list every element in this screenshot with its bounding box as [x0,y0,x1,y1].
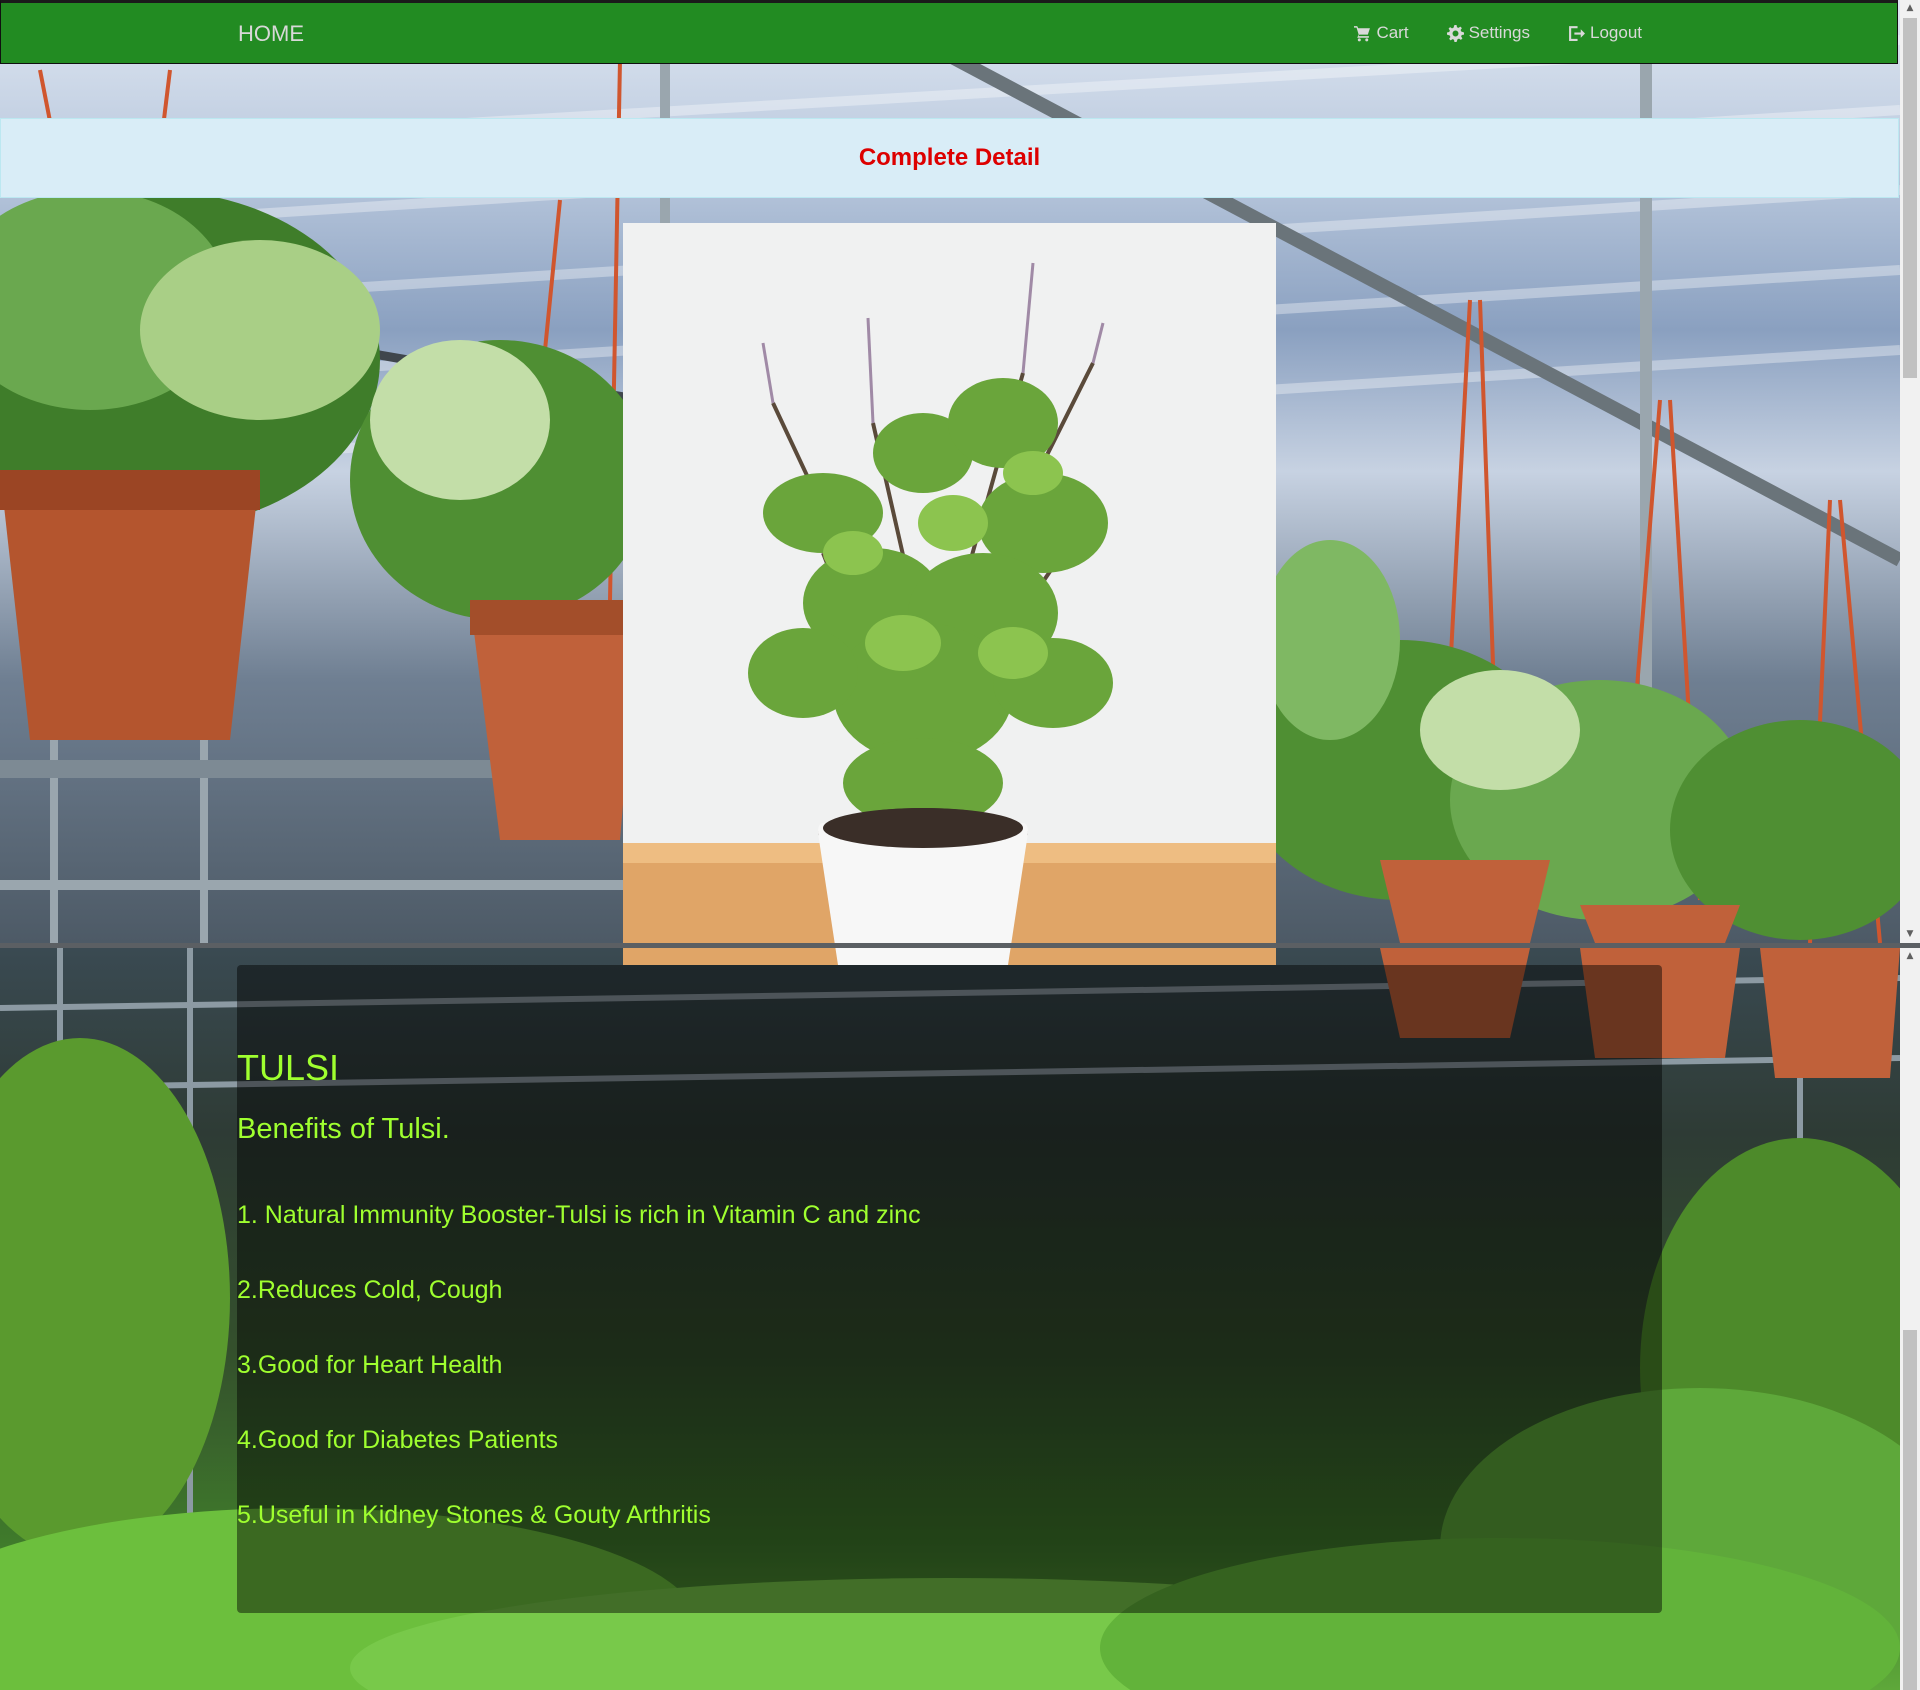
logout-link[interactable]: Logout [1568,23,1642,43]
scroll-up-arrow-icon[interactable]: ▲ [1900,0,1920,17]
page: HOME Cart Settings Logout Complete Detai… [0,0,1920,1690]
product-detail-card: TULSI Benefits of Tulsi. 1. Natural Immu… [237,965,1662,1613]
bottom-pane-scrollbar[interactable]: ▲ [1900,948,1920,1690]
benefit-item: 2.Reduces Cold, Cough [237,1276,503,1304]
scroll-up-arrow-icon[interactable]: ▲ [1900,948,1920,965]
scroll-thumb[interactable] [1903,1330,1917,1690]
benefit-item: 3.Good for Heart Health [237,1351,503,1379]
logout-label: Logout [1590,23,1642,42]
benefit-item: 5.Useful in Kidney Stones & Gouty Arthri… [237,1501,711,1529]
settings-link[interactable]: Settings [1446,23,1530,43]
detail-title: Complete Detail [858,144,1041,171]
benefits-heading: Benefits of Tulsi. [237,1113,450,1145]
cart-label: Cart [1376,23,1409,42]
home-link[interactable]: HOME [238,21,304,47]
benefit-item: 4.Good for Diabetes Patients [237,1426,559,1454]
top-pane-scrollbar[interactable]: ▲ ▼ [1900,0,1920,943]
product-name: TULSI [237,1047,340,1088]
gear-icon [1446,24,1464,42]
frame-divider[interactable] [0,943,1920,948]
logout-icon [1569,25,1585,41]
scroll-thumb[interactable] [1903,18,1917,378]
product-image [623,223,1276,965]
shopping-cart-icon [1354,25,1371,41]
scroll-down-arrow-icon[interactable]: ▼ [1900,926,1920,943]
cart-link[interactable]: Cart [1354,23,1409,43]
benefit-item: 1. Natural Immunity Booster-Tulsi is ric… [237,1201,921,1229]
detail-header: Complete Detail [0,118,1899,198]
tulsi-plant-image [623,223,1276,965]
settings-label: Settings [1468,23,1530,42]
top-navbar: HOME Cart Settings Logout [0,0,1898,64]
navbar-right-links: Cart Settings Logout [1354,23,1642,43]
